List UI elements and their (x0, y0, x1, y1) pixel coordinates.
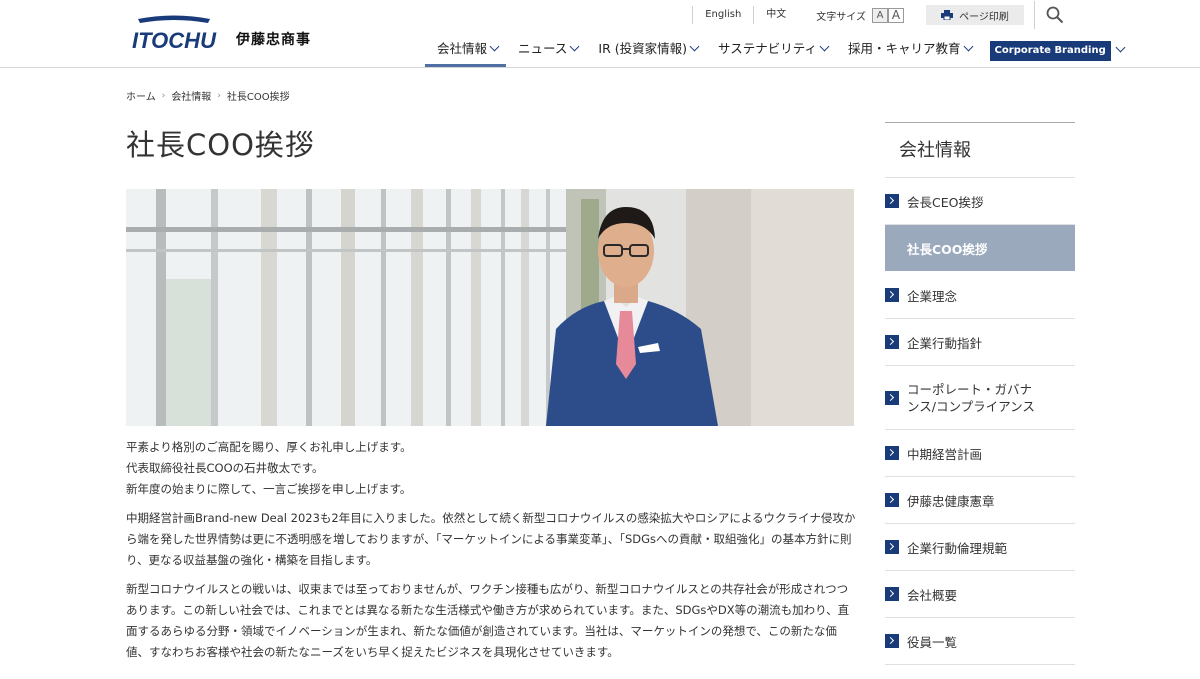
chevron-down-icon (963, 41, 973, 52)
site-logo[interactable]: ITOCHU 伊藤忠商事 (126, 14, 311, 52)
gnav-company-info[interactable]: 会社情報 (425, 37, 507, 67)
sidebar-item-label: 企業行動倫理規範 (907, 540, 1008, 556)
font-size-label: 文字サイズ (816, 11, 866, 23)
search-button[interactable] (1034, 1, 1074, 29)
sidebar-item-label: 会長CEO挨拶 (907, 194, 984, 210)
gnav-label: 採用・キャリア教育 (848, 41, 961, 56)
arrow-right-icon (885, 446, 899, 460)
arrow-right-icon (885, 288, 899, 302)
page-title: 社長COO挨拶 (126, 128, 315, 162)
chevron-down-icon (689, 41, 700, 52)
font-size-control: 文字サイズ A A (798, 7, 914, 23)
sidebar-title: 会社情報 (885, 122, 1075, 178)
chevron-down-icon (489, 41, 500, 52)
arrow-right-icon (885, 493, 899, 507)
print-button[interactable]: ページ印刷 (926, 5, 1024, 25)
sidebar-item-ceo-message[interactable]: 会長CEO挨拶 (885, 178, 1075, 225)
intro-line-2: 代表取締役社長COOの石井敬太です。 (126, 461, 324, 475)
sidebar: 会社情報 会長CEO挨拶 社長COO挨拶 企業理念 企業行動指針 コーポレート・… (885, 122, 1075, 665)
gnav-label: 会社情報 (437, 41, 488, 56)
arrow-right-icon (885, 634, 899, 648)
gnav-label: サステナビリティ (718, 41, 818, 56)
message-body: 平素より格別のご高配を賜り、厚くお礼申し上げます。 代表取締役社長COOの石井敬… (126, 437, 856, 671)
font-size-large-button[interactable]: A (888, 7, 904, 23)
breadcrumb-parent[interactable]: 会社情報 (171, 88, 211, 103)
intro-paragraph: 平素より格別のご高配を賜り、厚くお礼申し上げます。 代表取締役社長COOの石井敬… (126, 437, 856, 500)
arrow-right-icon (885, 335, 899, 349)
arrow-right-icon (885, 194, 899, 208)
print-label: ページ印刷 (959, 11, 1009, 23)
sidebar-item-label: 会社概要 (907, 587, 958, 603)
sidebar-item-code-of-conduct[interactable]: 企業行動指針 (885, 319, 1075, 366)
company-name-jp: 伊藤忠商事 (236, 32, 311, 48)
lang-english-link[interactable]: English (692, 6, 753, 24)
utility-bar: English 中文 文字サイズ A A ページ印刷 (692, 0, 1200, 30)
paragraph-covid: 新型コロナウイルスとの戦いは、収束までは至っておりませんが、ワクチン接種も広がり… (126, 582, 850, 659)
hero-image-president (126, 189, 854, 426)
sidebar-item-label: 社長COO挨拶 (907, 241, 988, 257)
arrow-right-icon (885, 390, 899, 405)
chevron-down-icon (569, 41, 580, 52)
sidebar-item-label: 伊藤忠健康憲章 (907, 493, 995, 509)
lang-chinese-link[interactable]: 中文 (753, 6, 798, 24)
breadcrumb: ホーム › 会社情報 › 社長COO挨拶 (126, 88, 290, 104)
arrow-right-icon (885, 540, 899, 554)
font-size-small-button[interactable]: A (872, 7, 888, 23)
itochu-logo-mark: ITOCHU (126, 14, 222, 52)
breadcrumb-separator-icon: › (217, 90, 221, 101)
chevron-down-icon[interactable] (1115, 42, 1126, 53)
breadcrumb-home[interactable]: ホーム (126, 88, 156, 103)
sidebar-item-health-charter[interactable]: 伊藤忠健康憲章 (885, 477, 1075, 524)
breadcrumb-separator-icon: › (161, 90, 166, 101)
sidebar-item-label: 中期経営計画 (907, 446, 983, 462)
gnav-careers[interactable]: 採用・キャリア教育 (836, 37, 980, 67)
search-icon (1046, 6, 1063, 24)
sidebar-item-midterm-plan[interactable]: 中期経営計画 (885, 430, 1075, 477)
gnav-label: ニュース (518, 41, 568, 56)
site-header: ITOCHU 伊藤忠商事 English 中文 文字サイズ A A ページ印刷 (0, 0, 1200, 68)
sidebar-item-philosophy[interactable]: 企業理念 (885, 272, 1075, 319)
sidebar-item-governance[interactable]: コーポレート・ガバナンス/コンプライアンス (885, 366, 1075, 430)
sidebar-item-label: 役員一覧 (907, 634, 958, 650)
sidebar-item-company-overview[interactable]: 会社概要 (885, 571, 1075, 618)
gnav-label: IR (投資家情報) (598, 41, 688, 56)
chevron-down-icon (819, 41, 830, 52)
sidebar-item-label: コーポレート・ガバナンス/コンプライアンス (907, 381, 1035, 414)
intro-line-1: 平素より格別のご高配を賜り、厚くお礼申し上げます。 (126, 440, 412, 454)
sidebar-item-officers[interactable]: 役員一覧 (885, 618, 1075, 665)
paragraph-plan: 中期経営計画Brand-new Deal 2023も2年目に入りました。依然とし… (126, 511, 856, 567)
gnav-ir[interactable]: IR (投資家情報) (586, 37, 706, 67)
logo-wordmark: ITOCHU (132, 28, 217, 52)
sidebar-item-label: 企業行動指針 (907, 335, 983, 351)
print-icon (941, 10, 954, 20)
intro-line-3: 新年度の始まりに際して、一言ご挨拶を申し上げます。 (126, 482, 412, 496)
global-nav: 会社情報 ニュース IR (投資家情報) サステナビリティ 採用・キャリア教育 … (425, 37, 1126, 67)
arrow-right-icon (885, 587, 899, 601)
sidebar-item-ethics-code[interactable]: 企業行動倫理規範 (885, 524, 1075, 571)
gnav-news[interactable]: ニュース (506, 37, 586, 67)
sidebar-item-label: 企業理念 (907, 288, 958, 304)
sidebar-item-coo-message[interactable]: 社長COO挨拶 (885, 225, 1075, 272)
gnav-sustainability[interactable]: サステナビリティ (706, 37, 836, 67)
breadcrumb-current: 社長COO挨拶 (226, 92, 290, 103)
corporate-branding-button[interactable]: Corporate Branding (989, 41, 1111, 61)
